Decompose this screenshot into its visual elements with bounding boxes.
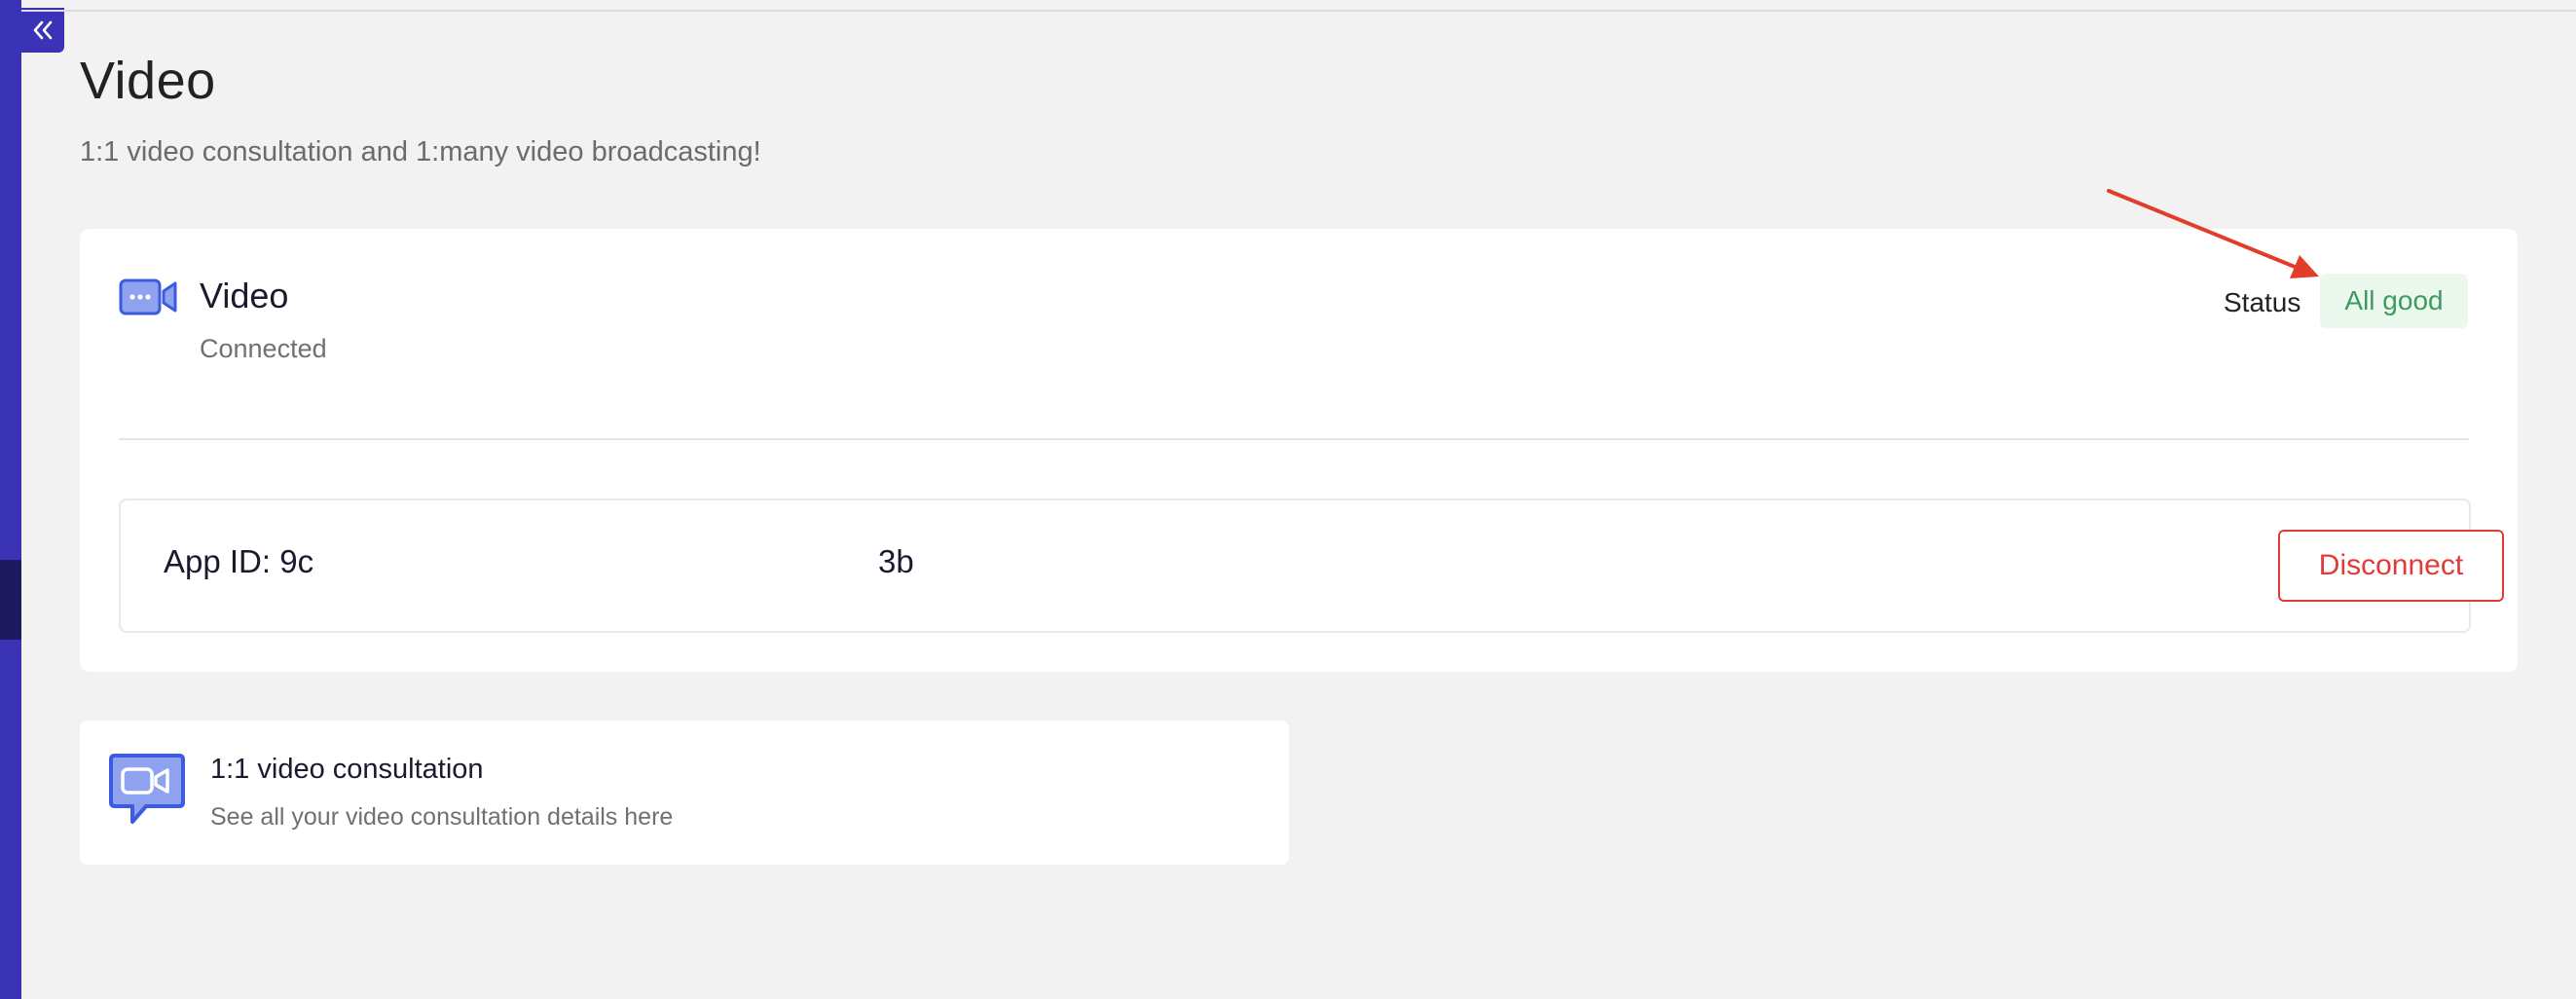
sidebar-collapse-button[interactable] [21,8,64,53]
video-integration-card: Video Connected Status All good App ID: … [80,229,2518,672]
page-title: Video [80,52,216,110]
app-id-text: App ID: 9c [164,543,314,579]
disconnect-button[interactable]: Disconnect [2278,530,2504,602]
app-id-text-suffix: 3b [878,543,914,579]
page-subtitle: 1:1 video consultation and 1:many video … [80,136,761,167]
status-label: Status [2224,287,2301,317]
status-badge: All good [2320,274,2468,328]
sidebar-strip [0,0,21,999]
card-divider [119,438,2469,440]
video-consultation-card[interactable]: 1:1 video consultation See all your vide… [80,721,1289,865]
top-divider [21,10,2576,12]
video-chat-icon [109,754,185,824]
double-chevron-left-icon [33,20,53,40]
consultation-title: 1:1 video consultation [210,754,484,785]
consultation-description: See all your video consultation details … [210,803,674,831]
sidebar-active-indicator [0,560,21,640]
integration-title: Video [200,276,289,315]
app-id-panel: App ID: 9c 3b Disconnect [119,499,2504,633]
video-camera-icon [119,278,177,315]
connection-state: Connected [200,334,327,363]
